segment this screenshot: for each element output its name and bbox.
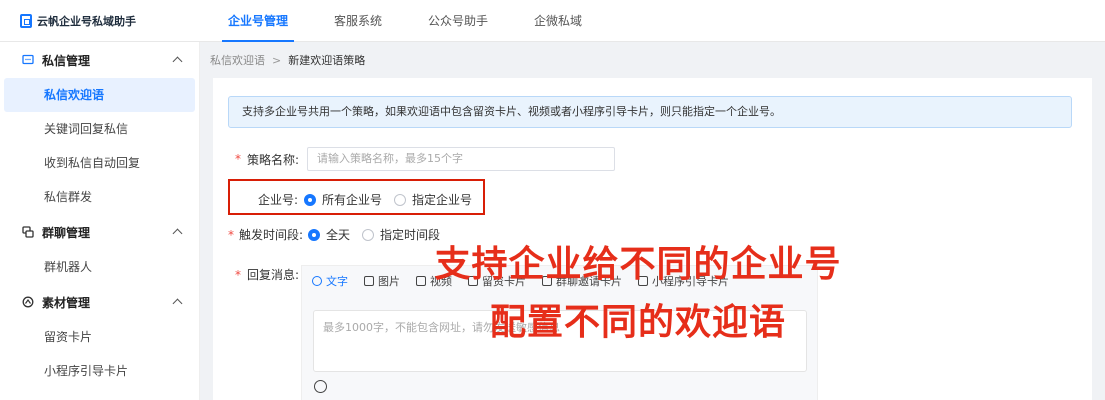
sidebar-item-miniprogram-card[interactable]: 小程序引导卡片 bbox=[4, 354, 195, 388]
emoji-icon[interactable] bbox=[314, 380, 327, 393]
radio-dot bbox=[308, 228, 320, 241]
breadcrumb-separator: > bbox=[272, 53, 282, 67]
brand-logo-icon bbox=[20, 13, 32, 28]
sidebar-group-private-message[interactable]: 私信管理 bbox=[0, 42, 199, 78]
nav-item-enterprise-account[interactable]: 企业号管理 bbox=[210, 0, 306, 42]
radio-specific-account[interactable]: 指定企业号 bbox=[394, 191, 472, 208]
sidebar-group-label: 私信管理 bbox=[42, 53, 91, 68]
radio-label: 所有企业号 bbox=[322, 193, 383, 207]
sidebar: 私信管理 私信欢迎语 关键词回复私信 收到私信自动回复 私信群发 群聊管理 群机… bbox=[0, 42, 200, 400]
sidebar-group-label: 群聊管理 bbox=[42, 225, 91, 240]
top-nav: 企业号管理 客服系统 公众号助手 企微私域 bbox=[200, 0, 600, 42]
sidebar-group-group-chat[interactable]: 群聊管理 bbox=[0, 214, 199, 250]
chevron-up-icon bbox=[172, 298, 183, 309]
overlay-line-2: 配置不同的欢迎语 bbox=[489, 302, 786, 343]
overlay-line-1: 支持企业给不同的企业号 bbox=[434, 244, 842, 285]
sidebar-item-welcome-message[interactable]: 私信欢迎语 bbox=[4, 78, 195, 112]
sidebar-group-material[interactable]: 素材管理 bbox=[0, 284, 199, 320]
sidebar-item-auto-reply[interactable]: 收到私信自动回复 bbox=[4, 146, 195, 180]
chevron-up-icon bbox=[172, 228, 183, 239]
required-mark: * bbox=[235, 152, 241, 166]
top-bar: 云帆企业号私域助手 企业号管理 客服系统 公众号助手 企微私域 bbox=[0, 0, 1105, 42]
nav-item-wecom-private[interactable]: 企微私域 bbox=[516, 0, 600, 42]
info-notice: 支持多企业号共用一个策略，如果欢迎语中包含留资卡片、视频或者小程序引导卡片，则只… bbox=[228, 96, 1072, 128]
account-label: 企业号: bbox=[257, 193, 298, 207]
breadcrumb-current: 新建欢迎语策略 bbox=[288, 54, 366, 67]
nav-item-customer-service[interactable]: 客服系统 bbox=[316, 0, 400, 42]
strategy-name-input[interactable]: 请输入策略名称，最多15个字 bbox=[307, 147, 615, 171]
message-icon bbox=[22, 54, 34, 65]
radio-label: 指定企业号 bbox=[412, 193, 473, 207]
radio-all-accounts[interactable]: 所有企业号 bbox=[304, 191, 382, 208]
form-panel: 支持多企业号共用一个策略，如果欢迎语中包含留资卡片、视频或者小程序引导卡片，则只… bbox=[213, 78, 1092, 400]
breadcrumb-parent[interactable]: 私信欢迎语 bbox=[210, 52, 265, 68]
sidebar-group-label: 素材管理 bbox=[42, 295, 91, 310]
breadcrumb: 私信欢迎语 > 新建欢迎语策略 bbox=[200, 42, 1105, 78]
sidebar-item-mass-message[interactable]: 私信群发 bbox=[4, 180, 195, 214]
sidebar-item-keyword-reply[interactable]: 关键词回复私信 bbox=[4, 112, 195, 146]
brand-name: 云帆企业号私域助手 bbox=[37, 14, 136, 28]
nav-item-official-account[interactable]: 公众号助手 bbox=[410, 0, 506, 42]
brand: 云帆企业号私域助手 bbox=[0, 13, 200, 29]
radio-dot bbox=[394, 193, 407, 206]
group-chat-icon bbox=[22, 226, 34, 238]
sidebar-item-group-bot[interactable]: 群机器人 bbox=[4, 250, 195, 284]
strategy-name-label: 策略名称: bbox=[246, 152, 299, 167]
strategy-name-row: * 策略名称: 请输入策略名称，最多15个字 bbox=[235, 147, 615, 171]
chevron-up-icon bbox=[172, 56, 183, 67]
radio-dot bbox=[304, 193, 316, 206]
material-icon bbox=[22, 296, 34, 308]
sidebar-item-lead-card[interactable]: 留资卡片 bbox=[4, 320, 195, 354]
radio-dot bbox=[362, 228, 375, 241]
account-row: 企业号: 所有企业号 指定企业号 bbox=[235, 191, 484, 208]
